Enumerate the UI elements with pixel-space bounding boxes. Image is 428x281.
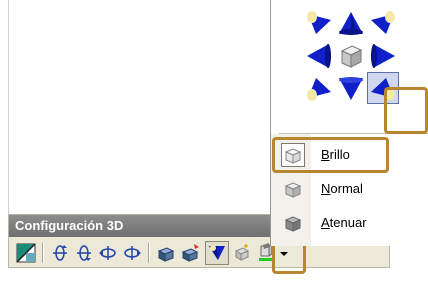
light-top-right[interactable]: [367, 8, 399, 40]
cube-normal-icon: [284, 182, 302, 198]
cone-bottom-icon: [339, 77, 363, 100]
depth-button[interactable]: [154, 241, 178, 265]
toolbar-separator: [42, 243, 44, 263]
lighting-button[interactable]: [205, 241, 229, 265]
cone-left-icon: [307, 44, 331, 68]
surface-icon: [234, 244, 250, 261]
tilt-right-button[interactable]: [120, 241, 144, 265]
tilt-up-icon: [77, 245, 91, 261]
menu-item-dim-label: Atenuar: [321, 215, 367, 230]
lighting-icon: [209, 245, 225, 260]
bright-option-icon-box: [281, 143, 305, 167]
light-front[interactable]: [335, 40, 367, 72]
menu-item-normal-label: Normal: [321, 181, 363, 196]
depth-icon: [157, 247, 175, 262]
3d-color-icon: [259, 243, 288, 261]
cone-bottom-right-icon: [371, 78, 395, 100]
menu-item-bright-label: Brillo: [321, 147, 350, 162]
light-left[interactable]: [303, 40, 335, 72]
menu-item-normal[interactable]: Normal: [271, 174, 428, 204]
direction-icon: [181, 244, 199, 262]
cone-right-icon: [371, 44, 395, 68]
tilt-left-button[interactable]: [96, 241, 120, 265]
tilt-right-icon: [124, 246, 141, 260]
toggle-3d-icon: [16, 243, 36, 263]
light-bottom-left[interactable]: [303, 72, 335, 104]
cone-top-icon: [339, 12, 363, 35]
light-bottom[interactable]: [335, 72, 367, 104]
tilt-left-icon: [99, 246, 116, 260]
menu-item-dim[interactable]: Atenuar: [271, 208, 428, 238]
cube-dim-icon: [284, 216, 302, 232]
surface-button[interactable]: [230, 241, 254, 265]
cube-bright-icon: [284, 148, 302, 164]
cone-bottom-left-icon: [307, 78, 331, 101]
light-bottom-right[interactable]: [367, 72, 399, 104]
light-top[interactable]: [335, 8, 367, 40]
light-right[interactable]: [367, 40, 399, 72]
tilt-down-button[interactable]: [48, 241, 72, 265]
menu-separator: [279, 133, 428, 134]
toolbar-separator: [148, 243, 150, 263]
tilt-up-button[interactable]: [72, 241, 96, 265]
cone-top-left-icon: [307, 11, 331, 34]
light-direction-grid: [303, 8, 428, 133]
dim-option-icon-box: [281, 211, 305, 235]
normal-option-icon-box: [281, 177, 305, 201]
direction-button[interactable]: [178, 241, 202, 265]
cube-front-icon: [340, 45, 363, 68]
light-top-left[interactable]: [303, 8, 335, 40]
tilt-down-icon: [53, 245, 67, 261]
document-canvas: [8, 0, 280, 214]
menu-item-bright[interactable]: Brillo: [271, 140, 428, 170]
toggle-3d-button[interactable]: [14, 241, 38, 265]
cone-top-right-icon: [371, 11, 395, 34]
lighting-menu: Brillo Normal Atenuar: [270, 0, 428, 246]
